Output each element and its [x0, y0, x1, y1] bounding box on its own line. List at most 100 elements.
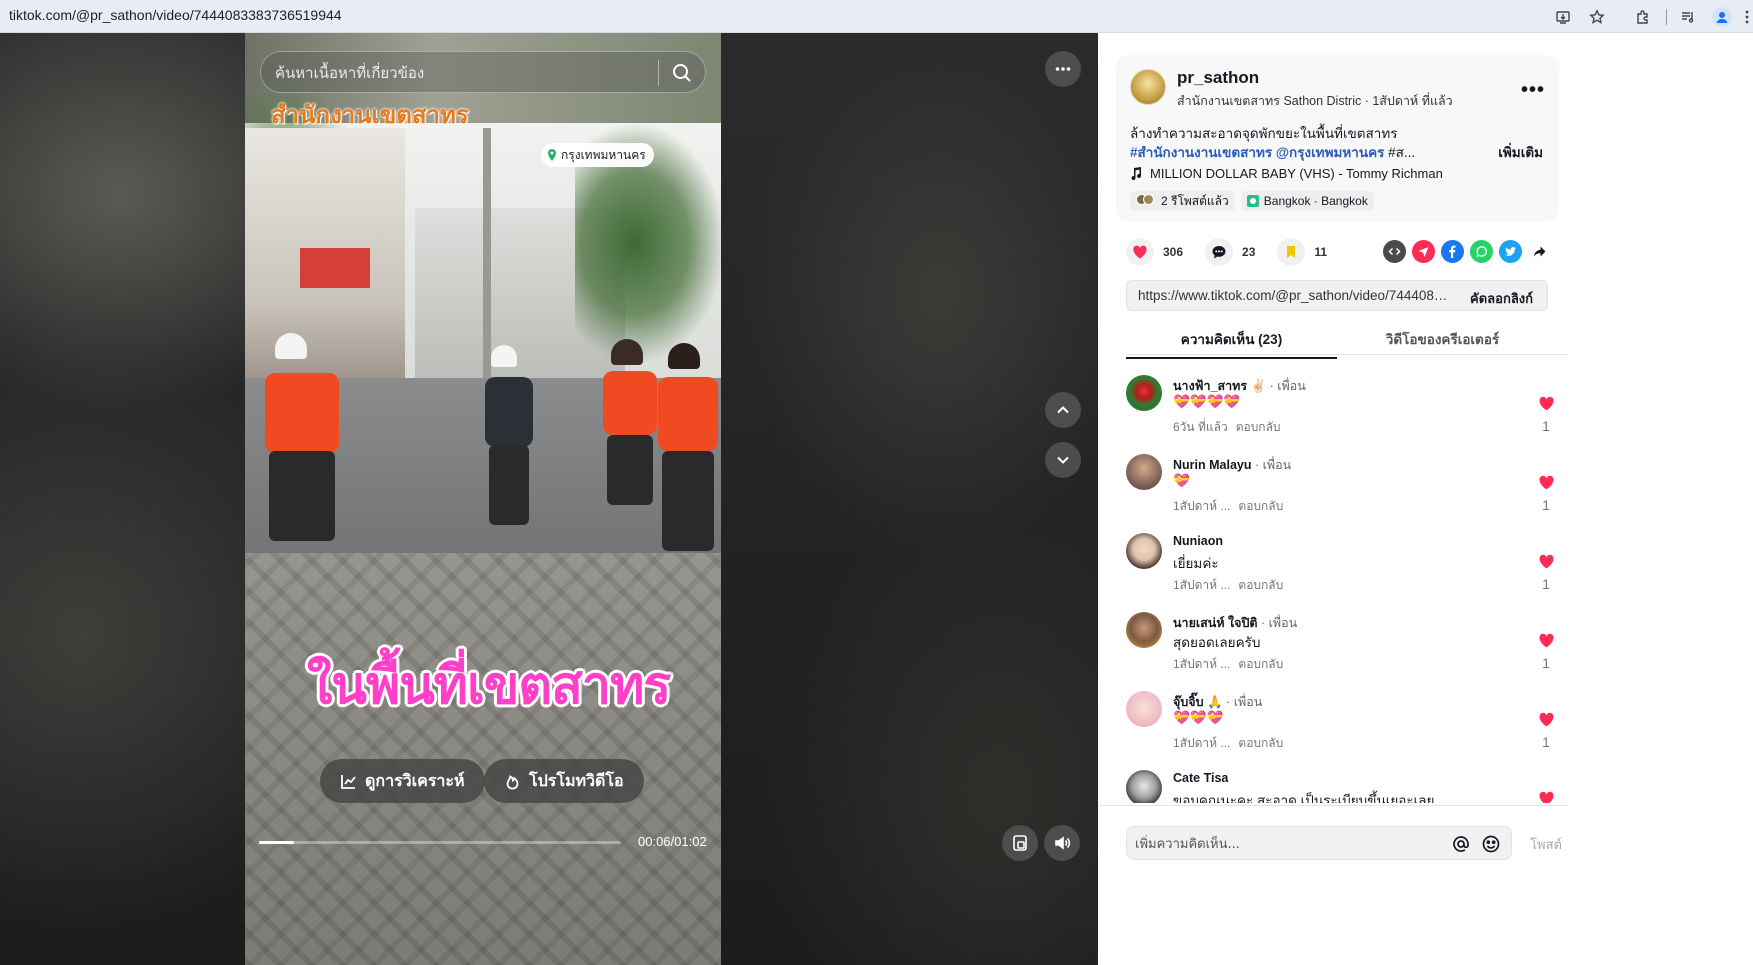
tab-creator-videos[interactable]: วิดีโอของครีเอเตอร์	[1337, 328, 1548, 350]
reply-button[interactable]: ตอบกลับ	[1238, 736, 1283, 750]
facebook-icon[interactable]	[1441, 240, 1464, 263]
author-subtitle: สำนักงานเขตสาทร Sathon Distric · 1สัปดาห…	[1177, 94, 1453, 108]
comment-item: จุ๊บจิ๊บ 🙏 · เพื่อน 💝💝💝 1สัปดาห์ ... ตอบก…	[1126, 691, 1556, 761]
install-app-icon[interactable]	[1550, 4, 1576, 30]
commenter-avatar[interactable]	[1126, 533, 1162, 569]
comment-like-button[interactable]	[1536, 790, 1556, 803]
commenter-name-text: Cate Tisa	[1173, 771, 1229, 785]
more-options-button[interactable]	[1045, 51, 1081, 87]
comment-like-button[interactable]: 1	[1536, 711, 1556, 750]
see-more-button[interactable]: เพิ่มเติม	[1498, 141, 1543, 163]
comment-like-count: 1	[1542, 576, 1550, 592]
location-chip[interactable]: Bangkok · Bangkok	[1240, 191, 1374, 211]
post-comment-button[interactable]: โพสต์	[1530, 834, 1562, 855]
author-avatar[interactable]	[1130, 69, 1166, 105]
comment-like-button[interactable]: 1	[1536, 395, 1556, 434]
comment-meta: 1สัปดาห์ ... ตอบกลับ	[1173, 655, 1283, 674]
media-controls-icon[interactable]	[1675, 4, 1701, 30]
browser-menu-icon[interactable]	[1741, 4, 1753, 30]
comment-text: ขอบคุณนะคะ สะอาด เป็นระเบียบขึ้นเยอะเลย	[1173, 793, 1435, 803]
commenter-avatar[interactable]	[1126, 375, 1162, 411]
next-video-button[interactable]	[1045, 442, 1081, 478]
embed-code-icon[interactable]	[1383, 240, 1406, 263]
tab-comments[interactable]: ความคิดเห็น (23)	[1126, 328, 1337, 359]
chevron-up-icon	[1057, 406, 1069, 414]
extensions-icon[interactable]	[1630, 4, 1656, 30]
save-button[interactable]: 11	[1277, 238, 1327, 266]
commenter-name[interactable]: Cate Tisa	[1173, 771, 1228, 785]
video-scene-shop-sign	[300, 248, 370, 288]
commenter-name[interactable]: นายเสน่ห์ ใจปิติ · เพื่อน	[1173, 613, 1297, 633]
video-frame[interactable]: สำนักงานเขตสาทร กรุงเทพมหานคร ในพื้นที่เ…	[245, 33, 721, 965]
search-icon[interactable]	[671, 62, 693, 84]
copy-link-button[interactable]: คัดลอกลิงก์	[1470, 288, 1533, 309]
repost-label: 2 รีโพสต์แล้ว	[1161, 193, 1229, 208]
whatsapp-icon[interactable]	[1470, 240, 1493, 263]
reply-button[interactable]: ตอบกลับ	[1238, 657, 1283, 671]
repost-chip[interactable]: 2 รีโพสต์แล้ว	[1130, 191, 1235, 211]
browser-toolbar-icons	[1542, 0, 1753, 33]
emoji-icon[interactable]	[1481, 834, 1501, 854]
commenter-name[interactable]: Nuniaon	[1173, 534, 1223, 548]
previous-video-button[interactable]	[1045, 392, 1081, 428]
mention-at-icon[interactable]	[1451, 834, 1471, 854]
comment-like-button[interactable]: 1	[1536, 553, 1556, 592]
analytics-chart-icon	[341, 774, 356, 789]
location-sticker-label: กรุงเทพมหานคร	[561, 147, 646, 162]
author-username[interactable]: pr_sathon	[1177, 68, 1259, 88]
comment-time: 6วัน ที่แล้ว	[1173, 420, 1228, 434]
heart-icon	[1538, 396, 1554, 411]
view-analytics-button[interactable]: ดูการวิเคราะห์	[320, 759, 485, 803]
friend-label: · เพื่อน	[1257, 616, 1298, 630]
comment-item: นางฟ้า_สาทร ✌🏻 · เพื่อน 💝💝💝💝 6วัน ที่แล้…	[1126, 375, 1556, 445]
music-link[interactable]: MILLION DOLLAR BABY (VHS) - Tommy Richma…	[1130, 166, 1443, 181]
comment-like-count: 1	[1542, 497, 1550, 513]
floating-player-button[interactable]	[1002, 825, 1038, 861]
mention-link[interactable]: @กรุงเทพมหานคร	[1276, 145, 1384, 160]
reply-button[interactable]: ตอบกลับ	[1238, 499, 1283, 513]
video-scene-worker	[477, 345, 541, 535]
reply-button[interactable]: ตอบกลับ	[1238, 578, 1283, 592]
video-link-url[interactable]: https://www.tiktok.com/@pr_sathon/video/…	[1138, 288, 1452, 303]
send-to-friends-icon[interactable]	[1412, 240, 1435, 263]
commenter-avatar[interactable]	[1126, 770, 1162, 803]
share-arrow-icon[interactable]	[1528, 240, 1551, 263]
video-progress-bar[interactable]	[259, 841, 621, 844]
hashtag-link[interactable]: #สำนักงานงานเขตสาทร	[1130, 145, 1272, 160]
commenter-avatar[interactable]	[1126, 691, 1162, 727]
video-time: 00:06/01:02	[638, 834, 707, 849]
post-more-options-icon[interactable]: •••	[1521, 79, 1545, 102]
comment-time: 1สัปดาห์ ...	[1173, 657, 1231, 671]
address-bar-url[interactable]: tiktok.com/@pr_sathon/video/744408338373…	[9, 7, 342, 23]
comment-item: Cate Tisa ขอบคุณนะคะ สะอาด เป็นระเบียบขึ…	[1126, 770, 1556, 803]
bookmark-star-icon[interactable]	[1584, 4, 1610, 30]
commenter-name[interactable]: นางฟ้า_สาทร ✌🏻 · เพื่อน	[1173, 376, 1306, 396]
commenter-name[interactable]: Nurin Malayu · เพื่อน	[1173, 455, 1291, 475]
heart-icon	[1538, 633, 1554, 648]
comment-input[interactable]	[1135, 835, 1435, 853]
comment-like-button[interactable]: 1	[1536, 632, 1556, 671]
commenter-avatar[interactable]	[1126, 612, 1162, 648]
twitter-icon[interactable]	[1499, 240, 1522, 263]
view-analytics-label: ดูการวิเคราะห์	[365, 770, 465, 790]
comment-like-button[interactable]: 1	[1536, 474, 1556, 513]
comment-text: สุดยอดเลยครับ	[1173, 635, 1261, 650]
reply-button[interactable]: ตอบกลับ	[1236, 420, 1281, 434]
music-note-icon	[1131, 167, 1142, 180]
like-button[interactable]: 306	[1126, 238, 1183, 266]
related-search-input[interactable]	[275, 61, 655, 85]
promote-video-button[interactable]: โปรโมทวิดีโอ	[484, 759, 644, 803]
ellipsis-icon	[1055, 67, 1071, 71]
comment-composer: โพสต์	[1098, 805, 1568, 965]
profile-avatar-icon[interactable]	[1709, 4, 1735, 30]
hashtag-truncated: #ส...	[1388, 145, 1416, 160]
commenter-name[interactable]: จุ๊บจิ๊บ 🙏 · เพื่อน	[1173, 692, 1262, 712]
bookmark-icon	[1287, 246, 1296, 258]
comment-button[interactable]: 23	[1205, 238, 1255, 266]
comment-meta: 6วัน ที่แล้ว ตอบกลับ	[1173, 418, 1281, 437]
video-scene-worker	[650, 343, 721, 573]
details-panel: pr_sathon สำนักงานเขตสาทร Sathon Distric…	[1098, 33, 1568, 965]
volume-button[interactable]	[1044, 825, 1080, 861]
comment-text: 💝💝💝💝	[1173, 394, 1241, 409]
commenter-avatar[interactable]	[1126, 454, 1162, 490]
